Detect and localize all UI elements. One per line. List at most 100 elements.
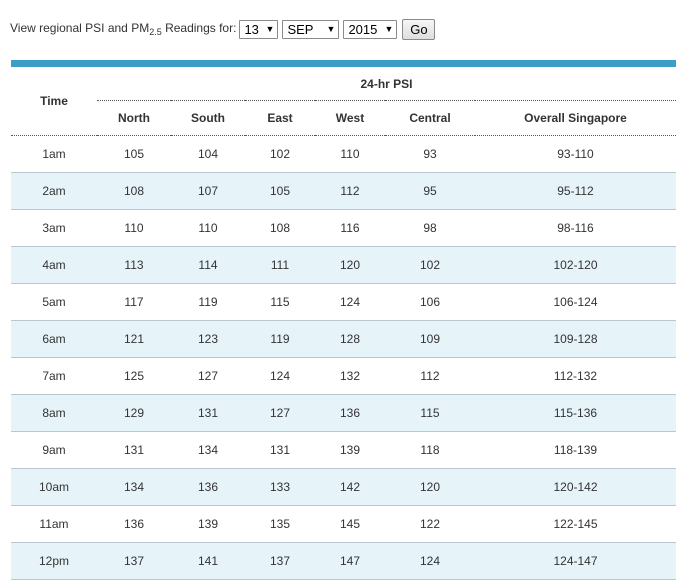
time-cell: 2am: [11, 172, 97, 210]
table-header-row: Time 24-hr PSI: [11, 67, 676, 136]
column-header-south: South: [171, 100, 245, 136]
east-cell: 137: [245, 542, 315, 580]
time-cell: 5am: [11, 283, 97, 321]
chevron-down-icon: ▼: [326, 24, 336, 34]
day-select-value: 13: [244, 21, 259, 37]
east-cell: 111: [245, 246, 315, 284]
west-cell: 110: [315, 135, 385, 173]
psi-table-container: Time 24-hr PSI North South East West Cen…: [11, 60, 676, 580]
north-cell: 105: [97, 135, 171, 173]
south-cell: 134: [171, 431, 245, 469]
filter-label-subscript: 2.5: [149, 27, 162, 37]
year-select[interactable]: 2015 ▼: [343, 19, 398, 39]
go-button[interactable]: Go: [402, 18, 436, 40]
year-select-value: 2015: [348, 21, 378, 37]
time-cell: 6am: [11, 320, 97, 358]
south-cell: 123: [171, 320, 245, 358]
table-body: 1am 105 104 102 110 93 93-110 2am 108 10…: [11, 135, 676, 580]
west-cell: 124: [315, 283, 385, 321]
column-header-west: West: [315, 100, 385, 136]
time-cell: 9am: [11, 431, 97, 469]
east-cell: 105: [245, 172, 315, 210]
central-cell: 106: [385, 283, 475, 321]
overall-cell: 118-139: [475, 431, 676, 469]
south-cell: 131: [171, 394, 245, 432]
north-cell: 134: [97, 468, 171, 506]
north-cell: 121: [97, 320, 171, 358]
table-top-accent-bar: [11, 60, 676, 67]
table-row: 9am 131 134 131 139 118 118-139: [11, 431, 676, 469]
day-select[interactable]: 13 ▼: [239, 19, 279, 39]
overall-cell: 95-112: [475, 172, 676, 210]
column-header-north: North: [97, 100, 171, 136]
table-row: 10am 134 136 133 142 120 120-142: [11, 468, 676, 506]
table-row: 11am 136 139 135 145 122 122-145: [11, 505, 676, 543]
time-cell: 3am: [11, 209, 97, 247]
chevron-down-icon: ▼: [265, 24, 275, 34]
overall-cell: 102-120: [475, 246, 676, 284]
time-cell: 1am: [11, 135, 97, 173]
south-cell: 107: [171, 172, 245, 210]
south-cell: 141: [171, 542, 245, 580]
column-header-overall: Overall Singapore: [475, 100, 676, 136]
month-select[interactable]: SEP ▼: [282, 19, 340, 39]
north-cell: 137: [97, 542, 171, 580]
east-cell: 133: [245, 468, 315, 506]
table-row: 7am 125 127 124 132 112 112-132: [11, 357, 676, 395]
west-cell: 120: [315, 246, 385, 284]
overall-cell: 124-147: [475, 542, 676, 580]
west-cell: 139: [315, 431, 385, 469]
time-cell: 10am: [11, 468, 97, 506]
north-cell: 136: [97, 505, 171, 543]
north-cell: 131: [97, 431, 171, 469]
table-row: 1am 105 104 102 110 93 93-110: [11, 135, 676, 173]
overall-cell: 120-142: [475, 468, 676, 506]
west-cell: 128: [315, 320, 385, 358]
date-filter-bar: View regional PSI and PM2.5 Readings for…: [10, 17, 436, 41]
central-cell: 115: [385, 394, 475, 432]
time-cell: 4am: [11, 246, 97, 284]
time-cell: 11am: [11, 505, 97, 543]
north-cell: 125: [97, 357, 171, 395]
south-cell: 110: [171, 209, 245, 247]
table-row: 3am 110 110 108 116 98 98-116: [11, 209, 676, 247]
west-cell: 145: [315, 505, 385, 543]
south-cell: 136: [171, 468, 245, 506]
psi-group-header: 24-hr PSI: [97, 67, 676, 101]
overall-cell: 112-132: [475, 357, 676, 395]
south-cell: 139: [171, 505, 245, 543]
west-cell: 136: [315, 394, 385, 432]
south-cell: 104: [171, 135, 245, 173]
west-cell: 116: [315, 209, 385, 247]
central-cell: 118: [385, 431, 475, 469]
east-cell: 124: [245, 357, 315, 395]
table-row: 2am 108 107 105 112 95 95-112: [11, 172, 676, 210]
east-cell: 135: [245, 505, 315, 543]
central-cell: 122: [385, 505, 475, 543]
overall-cell: 109-128: [475, 320, 676, 358]
table-row: 8am 129 131 127 136 115 115-136: [11, 394, 676, 432]
central-cell: 95: [385, 172, 475, 210]
time-cell: 12pm: [11, 542, 97, 580]
overall-cell: 98-116: [475, 209, 676, 247]
chevron-down-icon: ▼: [384, 24, 394, 34]
filter-label-prefix: View regional PSI and PM: [10, 21, 150, 35]
table-row: 12pm 137 141 137 147 124 124-147: [11, 542, 676, 580]
east-cell: 127: [245, 394, 315, 432]
month-select-value: SEP: [287, 21, 314, 37]
time-column-header: Time: [11, 67, 97, 136]
column-header-central: Central: [385, 100, 475, 136]
west-cell: 147: [315, 542, 385, 580]
central-cell: 112: [385, 357, 475, 395]
north-cell: 110: [97, 209, 171, 247]
central-cell: 120: [385, 468, 475, 506]
table-row: 6am 121 123 119 128 109 109-128: [11, 320, 676, 358]
filter-label-suffix: Readings for:: [165, 21, 237, 35]
overall-cell: 106-124: [475, 283, 676, 321]
column-header-east: East: [245, 100, 315, 136]
time-cell: 7am: [11, 357, 97, 395]
north-cell: 129: [97, 394, 171, 432]
south-cell: 119: [171, 283, 245, 321]
north-cell: 117: [97, 283, 171, 321]
overall-cell: 122-145: [475, 505, 676, 543]
